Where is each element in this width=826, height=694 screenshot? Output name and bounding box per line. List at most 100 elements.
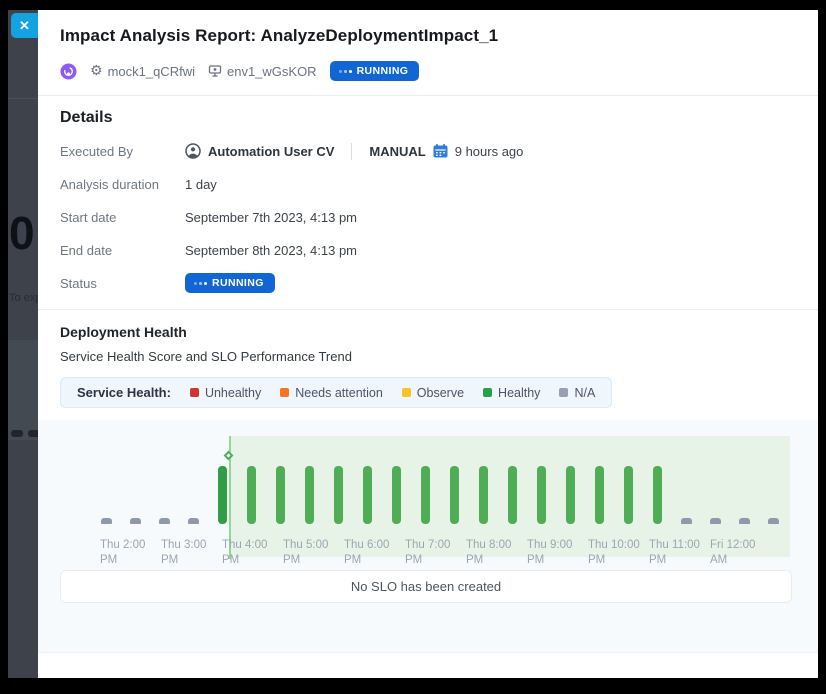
health-bar-na[interactable] (159, 518, 170, 524)
page-title: Impact Analysis Report: AnalyzeDeploymen… (60, 26, 795, 46)
health-bar-healthy[interactable] (421, 466, 430, 524)
executed-by-row: Executed By Automation User CV MANUAL (60, 141, 795, 161)
x-axis-tick-label: Thu 2:00PM (100, 538, 170, 568)
health-bar-healthy[interactable] (305, 466, 314, 524)
row-value: RUNNING (185, 273, 275, 293)
health-bar-healthy[interactable] (566, 466, 575, 524)
health-bar-na[interactable] (681, 518, 692, 524)
health-bar-healthy[interactable] (363, 466, 372, 524)
health-chart-plot[interactable]: Thu 2:00PMThu 3:00PMThu 4:00PMThu 5:00PM… (60, 432, 795, 560)
start-date-row: Start date September 7th 2023, 4:13 pm (60, 207, 795, 227)
backdrop-chip (11, 430, 23, 437)
legend-item: Unhealthy (190, 386, 261, 400)
legend-item: N/A (559, 386, 595, 400)
details-heading: Details (60, 109, 795, 127)
status-badge: RUNNING (330, 61, 420, 81)
health-bar-na[interactable] (768, 518, 779, 524)
impact-analysis-modal: Impact Analysis Report: AnalyzeDeploymen… (38, 10, 818, 678)
health-bar-healthy[interactable] (537, 466, 546, 524)
health-bar-healthy[interactable] (624, 466, 633, 524)
legend-item: Healthy (483, 386, 540, 400)
duration-value: 1 day (185, 177, 217, 192)
duration-row: Analysis duration 1 day (60, 174, 795, 194)
modal-footer (38, 652, 818, 678)
legend-swatch-icon (402, 388, 411, 397)
x-axis-tick-label: Thu 10:00PM (588, 538, 658, 568)
backdrop-chip (28, 430, 38, 437)
health-bar-healthy[interactable] (218, 466, 227, 524)
x-axis-tick-label: Thu 6:00PM (344, 538, 414, 568)
row-label: Start date (60, 210, 185, 225)
health-bar-na[interactable] (188, 518, 199, 524)
x-axis-tick-label: Fri 12:00AM (710, 538, 780, 568)
health-bar-na[interactable] (739, 518, 750, 524)
end-date-value: September 8th 2023, 4:13 pm (185, 243, 357, 258)
backdrop-divider (8, 98, 38, 99)
legend-swatch-icon (559, 388, 568, 397)
row-label: End date (60, 243, 185, 258)
details-section: Details Executed By Automation User CV M… (38, 96, 818, 309)
health-bar-healthy[interactable] (334, 466, 343, 524)
environment-chip[interactable]: env1_wGsKOR (208, 64, 317, 79)
deployment-health-section: Deployment Health Service Health Score a… (38, 310, 818, 408)
health-bar-healthy[interactable] (653, 466, 662, 524)
legend-label: Needs attention (295, 386, 383, 400)
row-label: Status (60, 276, 185, 291)
no-slo-box: No SLO has been created (60, 570, 792, 603)
details-rows: Executed By Automation User CV MANUAL (60, 141, 795, 293)
health-bar-na[interactable] (130, 518, 141, 524)
chart-subtitle: Service Health Score and SLO Performance… (60, 349, 795, 364)
no-slo-message: No SLO has been created (351, 579, 501, 594)
calendar-icon (433, 144, 448, 158)
modal-header: Impact Analysis Report: AnalyzeDeploymen… (38, 10, 818, 95)
legend-item: Needs attention (280, 386, 383, 400)
legend-swatch-icon (483, 388, 492, 397)
backdrop-partial-text: To exp (9, 292, 38, 304)
running-dots-icon (194, 282, 207, 285)
health-bar-na[interactable] (710, 518, 721, 524)
x-axis-tick-label: Thu 7:00PM (405, 538, 475, 568)
close-icon: ✕ (19, 18, 30, 34)
start-date-value: September 7th 2023, 4:13 pm (185, 210, 357, 225)
x-axis-tick-label: Thu 8:00PM (466, 538, 536, 568)
backdrop-band (8, 340, 38, 440)
gear-icon: ⚙ (90, 64, 103, 78)
backdrop-big-number: 0 (9, 210, 35, 256)
health-bar-healthy[interactable] (450, 466, 459, 524)
health-bar-na[interactable] (101, 518, 112, 524)
end-date-row: End date September 8th 2023, 4:13 pm (60, 240, 795, 260)
status-badge: RUNNING (185, 273, 275, 293)
health-bar-healthy[interactable] (508, 466, 517, 524)
x-axis-tick-label: Thu 11:00PM (649, 538, 719, 568)
executed-time: 9 hours ago (455, 144, 524, 159)
health-bar-healthy[interactable] (479, 466, 488, 524)
page-backdrop: 0 To exp (8, 10, 38, 678)
x-axis-tick-label: Thu 3:00PM (161, 538, 231, 568)
service-name: mock1_qCRfwi (108, 64, 195, 79)
environment-name: env1_wGsKOR (227, 64, 317, 79)
health-bar-healthy[interactable] (247, 466, 256, 524)
legend-label: N/A (574, 386, 595, 400)
row-label: Executed By (60, 144, 185, 159)
screenshot-frame: 0 To exp ✕ Impact Analysis Report: Analy… (0, 0, 826, 694)
health-bar-healthy[interactable] (276, 466, 285, 524)
user-icon (185, 143, 201, 159)
close-button[interactable]: ✕ (11, 13, 38, 38)
health-bar-healthy[interactable] (595, 466, 604, 524)
legend-item: Observe (402, 386, 464, 400)
legend-swatch-icon (190, 388, 199, 397)
trigger-type: MANUAL (369, 144, 425, 159)
legend-swatch-icon (280, 388, 289, 397)
health-chart-zone: Thu 2:00PMThu 3:00PMThu 4:00PMThu 5:00PM… (38, 420, 818, 652)
legend-label: Unhealthy (205, 386, 261, 400)
deployment-health-heading: Deployment Health (60, 324, 795, 340)
x-axis-tick-label: Thu 4:00PM (222, 538, 292, 568)
service-chip[interactable]: ⚙ mock1_qCRfwi (90, 64, 195, 79)
header-meta-row: ⚙ mock1_qCRfwi env1_wGsKOR RUNNING (60, 61, 795, 81)
health-bar-healthy[interactable] (392, 466, 401, 524)
running-dots-icon (339, 70, 352, 73)
x-axis-tick-label: Thu 9:00PM (527, 538, 597, 568)
row-label: Analysis duration (60, 177, 185, 192)
x-axis-tick-label: Thu 5:00PM (283, 538, 353, 568)
legend-title: Service Health: (77, 385, 171, 400)
